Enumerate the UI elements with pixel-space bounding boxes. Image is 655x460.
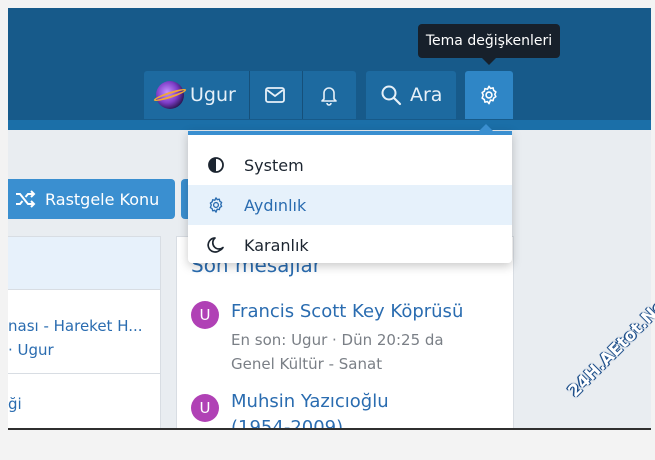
inbox-button[interactable]: [264, 71, 288, 119]
post-title-continued[interactable]: (1954-2009): [231, 417, 343, 428]
post-meta: En son: Ugur · Dün 20:25 da: [231, 331, 444, 349]
search-button[interactable]: Ara: [366, 71, 456, 119]
post-forum-link[interactable]: Genel Kültür - Sanat: [231, 355, 382, 373]
bottom-border: [8, 428, 651, 430]
shuffle-icon: [14, 190, 36, 208]
theme-option-system[interactable]: System: [188, 145, 512, 185]
gear-icon: [481, 85, 497, 105]
random-thread-button[interactable]: Rastgele Konu: [8, 179, 175, 219]
moon-icon: [206, 235, 226, 255]
search-label: Ara: [410, 84, 443, 106]
sub-navigation-bar: [8, 120, 651, 130]
post-title-link[interactable]: Francis Scott Key Köprüsü: [231, 301, 463, 322]
gear-icon: [206, 195, 226, 215]
user-avatar: [156, 81, 184, 109]
divider: [8, 373, 160, 374]
theme-tooltip: Tema değişkenleri: [418, 24, 560, 65]
thread-link[interactable]: nası - Hareket H...: [8, 317, 143, 335]
theme-option-label: Karanlık: [244, 235, 309, 255]
theme-settings-button[interactable]: [465, 71, 513, 119]
contrast-icon: [206, 155, 226, 175]
avatar[interactable]: U: [191, 301, 219, 329]
left-content-card: nası - Hareket H... · Ugur ği: [8, 236, 161, 428]
theme-option-label: System: [244, 155, 304, 175]
thread-link[interactable]: ği: [8, 395, 22, 413]
theme-menu: System Aydınlık Karanlık: [188, 124, 512, 265]
user-name: Ugur: [190, 84, 236, 106]
account-button[interactable]: Ugur: [156, 71, 236, 119]
post-title-link[interactable]: Muhsin Yazıcıoğlu: [231, 391, 389, 412]
search-icon: [381, 85, 402, 106]
theme-option-light[interactable]: Aydınlık: [188, 185, 512, 225]
user-nav-group: Ugur: [144, 71, 356, 119]
random-thread-label: Rastgele Konu: [45, 189, 160, 209]
nav-divider: [249, 71, 250, 119]
avatar[interactable]: U: [191, 394, 219, 422]
alerts-button[interactable]: [319, 71, 341, 119]
thread-meta[interactable]: · Ugur: [8, 341, 54, 359]
card-header: [8, 237, 160, 290]
app-frame: Ugur Ara Tema değişkenleri Rastgele Konu…: [8, 8, 651, 428]
nav-divider: [302, 71, 303, 119]
search-trigger: Ara: [380, 71, 442, 119]
bell-icon: [321, 87, 337, 106]
theme-option-label: Aydınlık: [244, 195, 307, 215]
theme-option-dark[interactable]: Karanlık: [188, 225, 512, 265]
mail-icon: [265, 87, 285, 103]
